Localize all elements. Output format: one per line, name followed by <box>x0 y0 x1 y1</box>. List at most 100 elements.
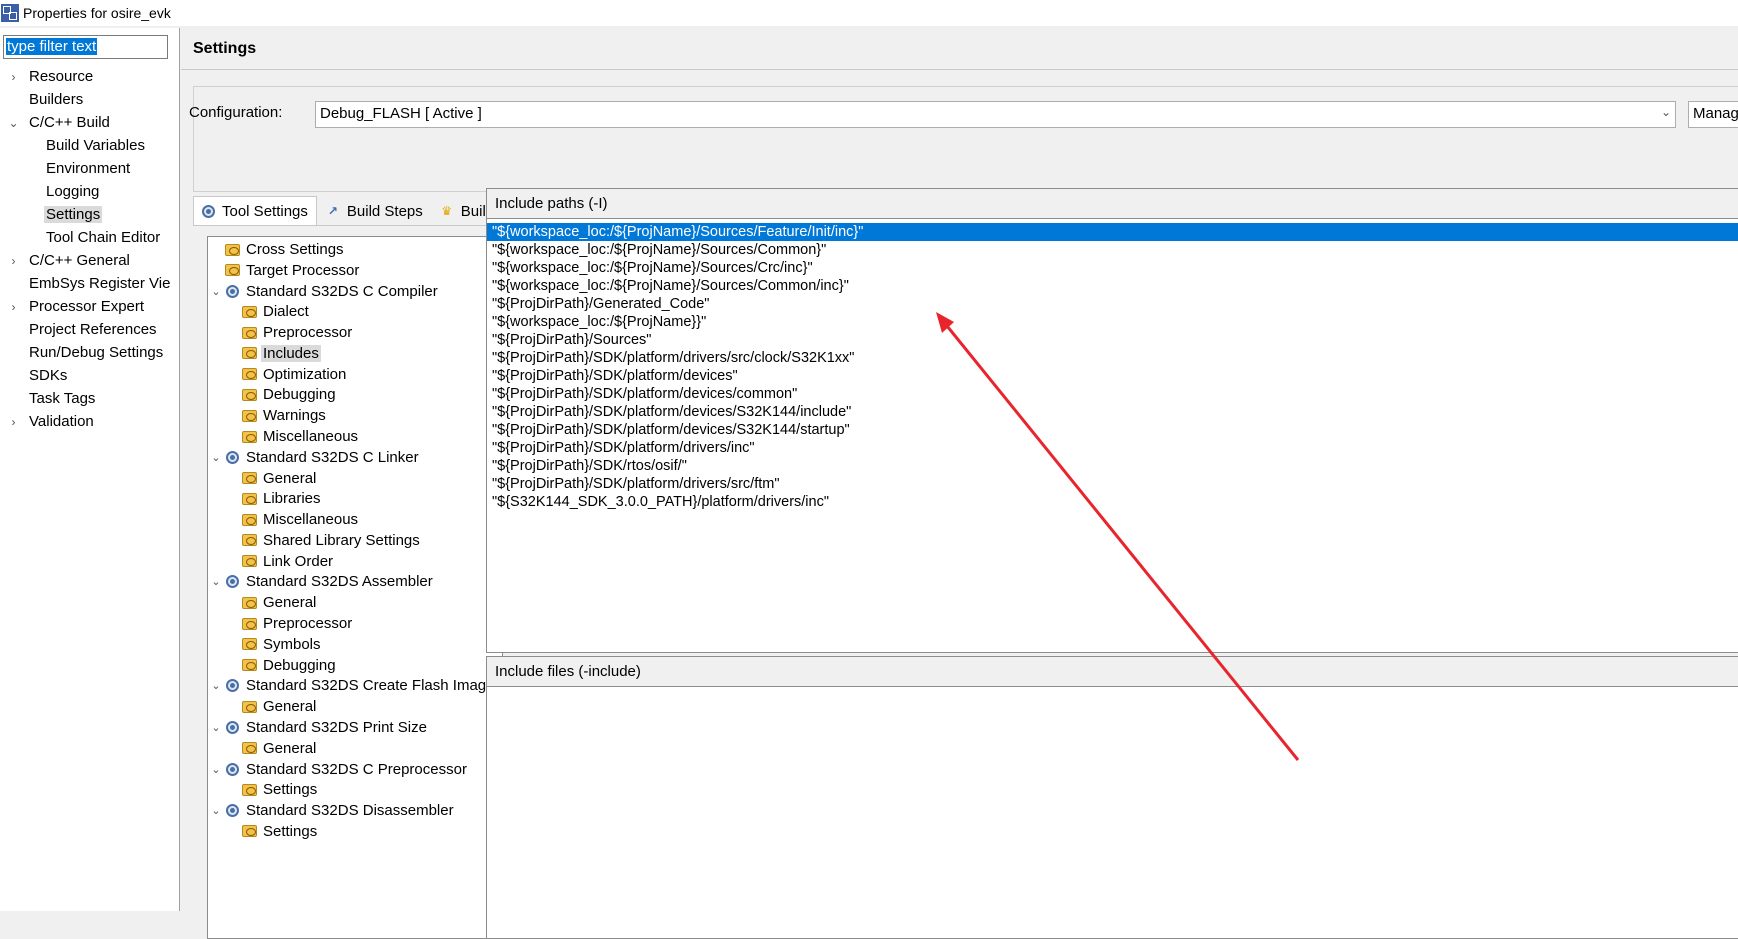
option-category[interactable]: Cross Settings <box>208 238 346 261</box>
option-category[interactable]: Preprocessor <box>225 321 354 344</box>
tool-gear-icon <box>224 761 240 777</box>
option-category[interactable]: General <box>225 737 318 760</box>
include-path-item[interactable]: "${ProjDirPath}/SDK/platform/devices" <box>487 367 1738 385</box>
include-path-item[interactable]: "${workspace_loc:/${ProjName}/Sources/Cr… <box>487 259 1738 277</box>
nav-item-label: Environment <box>46 160 131 177</box>
option-category[interactable]: Warnings <box>225 404 328 427</box>
settings-folder-icon <box>241 470 257 486</box>
option-category[interactable]: Libraries <box>225 487 323 510</box>
nav-item-build-variables[interactable]: Build Variables <box>0 134 180 157</box>
settings-folder-icon <box>241 823 257 839</box>
include-path-item[interactable]: "${ProjDirPath}/Generated_Code" <box>487 295 1738 313</box>
chevron-down-icon[interactable]: ⌄ <box>208 721 224 734</box>
chevron-down-icon: ⌄ <box>1660 105 1671 119</box>
chevron-down-icon[interactable]: ⌄ <box>0 116 27 130</box>
option-category[interactable]: Target Processor <box>208 259 361 282</box>
option-category[interactable]: General <box>225 467 318 490</box>
nav-item-settings[interactable]: Settings <box>0 203 180 226</box>
option-category[interactable]: Miscellaneous <box>225 508 360 531</box>
option-category[interactable]: Shared Library Settings <box>225 529 422 552</box>
nav-item-label: Settings <box>44 206 103 223</box>
include-files-list[interactable] <box>487 687 1738 691</box>
nav-item-project-references[interactable]: Project References <box>0 318 180 341</box>
include-paths-list[interactable]: "${workspace_loc:/${ProjName}/Sources/Fe… <box>487 219 1738 511</box>
option-category[interactable]: Dialect <box>225 300 311 323</box>
nav-item-label: EmbSys Register Vie <box>29 275 171 292</box>
tool-node[interactable]: ⌄ Standard S32DS C Linker <box>208 446 421 469</box>
option-category[interactable]: General <box>225 591 318 614</box>
include-path-item[interactable]: "${ProjDirPath}/SDK/platform/drivers/src… <box>487 349 1738 367</box>
tree-node-label: Preprocessor <box>263 615 353 633</box>
nav-item-c-c-build[interactable]: ⌄ C/C++ Build <box>0 111 180 134</box>
option-category[interactable]: Settings <box>225 778 319 801</box>
option-category[interactable]: General <box>225 695 318 718</box>
manage-configurations-button[interactable]: Manage <box>1688 101 1738 128</box>
tree-node-label: Miscellaneous <box>263 428 359 446</box>
nav-item-resource[interactable]: › Resource <box>0 65 180 88</box>
chevron-down-icon[interactable]: ⌄ <box>208 451 224 464</box>
include-files-panel: Include files (-include) <box>486 656 1738 939</box>
include-path-item[interactable]: "${ProjDirPath}/SDK/platform/devices/S32… <box>487 421 1738 439</box>
include-path-item[interactable]: "${workspace_loc:/${ProjName}/Sources/Co… <box>487 277 1738 295</box>
chevron-down-icon[interactable]: ⌄ <box>208 575 224 588</box>
chevron-down-icon[interactable]: ⌄ <box>208 804 224 817</box>
include-path-item[interactable]: "${workspace_loc:/${ProjName}/Sources/Fe… <box>487 223 1738 241</box>
include-path-item[interactable]: "${ProjDirPath}/SDK/rtos/osif/" <box>487 457 1738 475</box>
include-path-item[interactable]: "${workspace_loc:/${ProjName}}" <box>487 313 1738 331</box>
tool-node[interactable]: ⌄ Standard S32DS C Preprocessor <box>208 758 469 781</box>
nav-item-processor-expert[interactable]: › Processor Expert <box>0 295 180 318</box>
option-category[interactable]: Debugging <box>225 654 338 677</box>
include-path-item[interactable]: "${ProjDirPath}/Sources" <box>487 331 1738 349</box>
settings-folder-icon <box>241 408 257 424</box>
nav-item-tool-chain-editor[interactable]: Tool Chain Editor <box>0 226 180 249</box>
include-path-item[interactable]: "${S32K144_SDK_3.0.0_PATH}/platform/driv… <box>487 493 1738 511</box>
nav-item-logging[interactable]: Logging <box>0 180 180 203</box>
settings-folder-icon <box>241 553 257 569</box>
configuration-value: Debug_FLASH [ Active ] <box>320 105 482 122</box>
include-path-item[interactable]: "${ProjDirPath}/SDK/platform/drivers/src… <box>487 475 1738 493</box>
tool-node[interactable]: ⌄ Standard S32DS Disassembler <box>208 799 456 822</box>
filter-input[interactable]: type filter text <box>3 35 168 59</box>
nav-item-builders[interactable]: Builders <box>0 88 180 111</box>
chevron-right-icon[interactable]: › <box>0 254 27 268</box>
nav-item-c-c-general[interactable]: › C/C++ General <box>0 249 180 272</box>
tab-tool-settings[interactable]: Tool Settings <box>193 196 317 226</box>
chevron-right-icon[interactable]: › <box>0 70 27 84</box>
settings-folder-icon <box>241 512 257 528</box>
settings-folder-icon <box>241 657 257 673</box>
settings-folder-icon <box>241 636 257 652</box>
tool-node[interactable]: ⌄ Standard S32DS Print Size <box>208 716 429 739</box>
tool-node[interactable]: ⌄ Standard S32DS C Compiler <box>208 280 440 303</box>
tool-gear-icon <box>224 574 240 590</box>
chevron-right-icon[interactable]: › <box>0 300 27 314</box>
include-path-item[interactable]: "${ProjDirPath}/SDK/platform/devices/com… <box>487 385 1738 403</box>
option-category[interactable]: Miscellaneous <box>225 425 360 448</box>
settings-folder-icon <box>241 699 257 715</box>
option-category[interactable]: Preprocessor <box>225 612 354 635</box>
tree-node-label: Shared Library Settings <box>263 531 420 549</box>
configuration-select[interactable]: Debug_FLASH [ Active ] ⌄ <box>315 101 1676 128</box>
nav-item-run-debug-settings[interactable]: Run/Debug Settings <box>0 341 180 364</box>
tab-build-steps[interactable]: ↗ Build Steps <box>319 196 431 226</box>
tree-node-label: Preprocessor <box>263 324 353 342</box>
option-category[interactable]: Optimization <box>225 363 348 386</box>
tool-node[interactable]: ⌄ Standard S32DS Create Flash Image <box>208 674 496 697</box>
chevron-down-icon[interactable]: ⌄ <box>208 763 224 776</box>
nav-item-validation[interactable]: › Validation <box>0 410 180 433</box>
include-path-item[interactable]: "${workspace_loc:/${ProjName}/Sources/Co… <box>487 241 1738 259</box>
include-path-item[interactable]: "${ProjDirPath}/SDK/platform/drivers/inc… <box>487 439 1738 457</box>
tool-node[interactable]: ⌄ Standard S32DS Assembler <box>208 570 435 593</box>
nav-item-task-tags[interactable]: Task Tags <box>0 387 180 410</box>
option-category[interactable]: Includes <box>225 342 321 365</box>
include-path-item[interactable]: "${ProjDirPath}/SDK/platform/devices/S32… <box>487 403 1738 421</box>
option-category[interactable]: Symbols <box>225 633 323 656</box>
nav-item-embsys-register-vie[interactable]: EmbSys Register Vie <box>0 272 180 295</box>
chevron-right-icon[interactable]: › <box>0 415 27 429</box>
nav-item-environment[interactable]: Environment <box>0 157 180 180</box>
option-category[interactable]: Settings <box>225 820 319 843</box>
chevron-down-icon[interactable]: ⌄ <box>208 679 224 692</box>
nav-item-sdks[interactable]: SDKs <box>0 364 180 387</box>
chevron-down-icon[interactable]: ⌄ <box>208 285 224 298</box>
option-category[interactable]: Link Order <box>225 550 335 573</box>
option-category[interactable]: Debugging <box>225 383 338 406</box>
